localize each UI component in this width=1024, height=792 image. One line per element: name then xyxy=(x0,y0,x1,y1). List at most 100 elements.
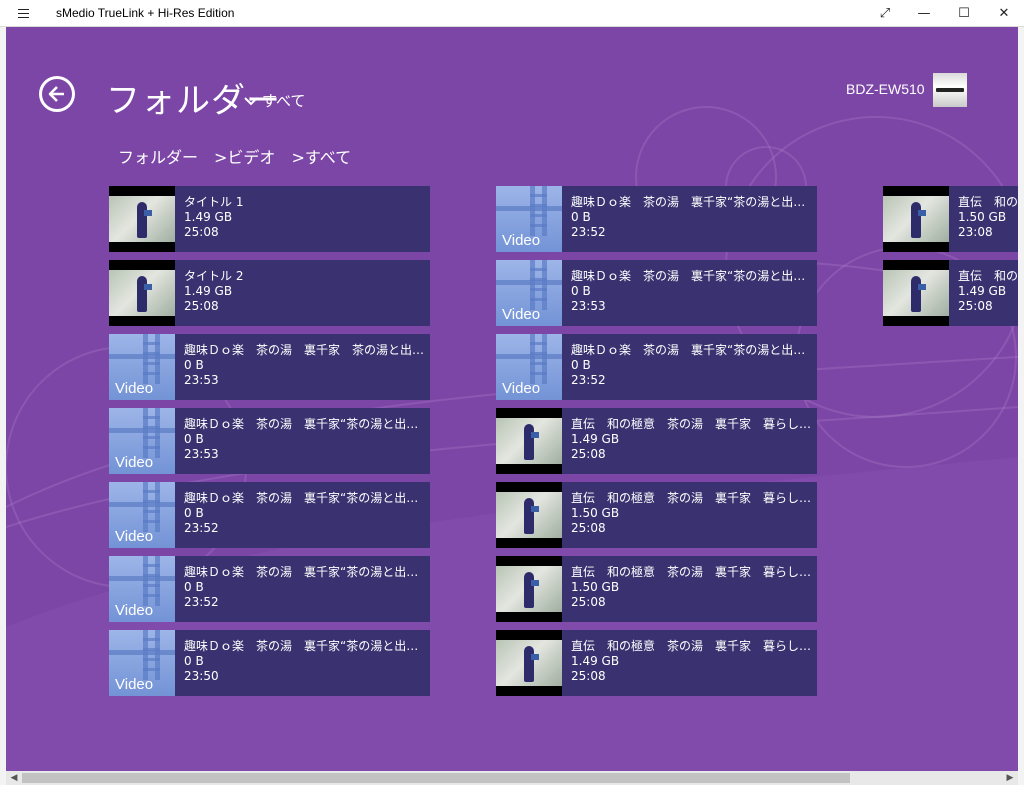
media-info: 直伝 和の極意 茶の湯 裏千家 暮らしにお… 1.50 GB 25:08 xyxy=(562,482,817,548)
person-arm xyxy=(918,210,926,216)
video-placeholder-thumbnail: Video xyxy=(109,482,175,548)
media-tile[interactable]: Video 趣味Ｄｏ楽 茶の湯 裏千家“茶の湯と出会う”… 0 B 23:52 xyxy=(109,482,430,548)
scrollbar-thumb[interactable] xyxy=(22,773,850,783)
arrow-left-icon xyxy=(48,86,64,102)
media-size: 0 B xyxy=(184,358,204,372)
media-size: 1.49 GB xyxy=(184,284,233,298)
media-info: 趣味Ｄｏ楽 茶の湯 裏千家“茶の湯と出会… 0 B 23:52 xyxy=(562,334,817,400)
video-placeholder-thumbnail: Video xyxy=(496,186,562,252)
media-size: 1.50 GB xyxy=(958,210,1007,224)
media-tile[interactable]: 直伝 和の極1.49 GB25:08 xyxy=(883,260,1018,326)
media-duration: 25:08 xyxy=(958,299,993,313)
filter-dropdown[interactable]: すべて xyxy=(244,90,305,111)
thumbnail-image xyxy=(496,492,562,538)
video-frame-thumbnail xyxy=(496,556,562,622)
media-title: 直伝 和の極意 茶の湯 裏千家 暮らしにお… xyxy=(571,491,817,505)
media-tile[interactable]: タイトル 1 1.49 GB 25:08 xyxy=(109,186,430,252)
media-tile[interactable]: Video 趣味Ｄｏ楽 茶の湯 裏千家“茶の湯と出会… 0 B 23:52 xyxy=(496,186,817,252)
device-recorder-icon[interactable] xyxy=(933,73,967,107)
media-size: 0 B xyxy=(571,284,591,298)
media-tile[interactable]: Video 趣味Ｄｏ楽 茶の湯 裏千家“茶の湯と出会う”… 0 B 23:52 xyxy=(109,556,430,622)
media-tile[interactable]: Video 趣味Ｄｏ楽 茶の湯 裏千家“茶の湯と出会… 0 B 23:53 xyxy=(496,260,817,326)
media-tile[interactable]: Video 趣味Ｄｏ楽 茶の湯 裏千家 茶の湯と出会う… 0 B 23:53 xyxy=(109,334,430,400)
media-size: 0 B xyxy=(184,580,204,594)
media-title: 直伝 和の極意 茶の湯 裏千家 暮らしにお… xyxy=(571,565,817,579)
person-figure xyxy=(524,572,534,608)
media-title: 直伝 和の極 xyxy=(958,195,1018,209)
video-thumb-label: Video xyxy=(115,602,154,619)
breadcrumb: フォルダー >ビデオ >すべて xyxy=(118,144,351,168)
filter-label: すべて xyxy=(262,92,306,110)
media-duration: 25:08 xyxy=(571,669,606,683)
media-size: 0 B xyxy=(571,210,591,224)
media-tile[interactable]: 直伝 和の極意 茶の湯 裏千家 暮らしにお… 1.50 GB 25:08 xyxy=(496,482,817,548)
scroll-left-icon[interactable]: ◀ xyxy=(6,771,22,785)
media-grid: タイトル 1 1.49 GB 25:08 タイトル 2 1.49 GB 25:08 Vide… xyxy=(109,186,1018,696)
media-title: 趣味Ｄｏ楽 茶の湯 裏千家“茶の湯と出会… xyxy=(571,269,817,283)
media-title: 直伝 和の極意 茶の湯 裏千家 暮らしにお… xyxy=(571,639,817,653)
breadcrumb-video[interactable]: >ビデオ xyxy=(214,144,275,168)
maximize-button[interactable]: ☐ xyxy=(944,0,984,27)
media-info: 直伝 和の極1.50 GB23:08 xyxy=(949,186,1018,252)
media-tile[interactable]: Video 趣味Ｄｏ楽 茶の湯 裏千家“茶の湯と出会… 0 B 23:52 xyxy=(496,334,817,400)
video-thumb-label: Video xyxy=(115,528,154,545)
media-duration: 23:52 xyxy=(184,521,219,535)
person-arm xyxy=(144,210,152,216)
breadcrumb-all[interactable]: >すべて xyxy=(291,144,351,168)
media-duration: 23:53 xyxy=(571,299,606,313)
media-duration: 23:08 xyxy=(958,225,993,239)
media-size: 1.49 GB xyxy=(184,210,233,224)
media-size: 1.49 GB xyxy=(571,654,620,668)
video-placeholder-thumbnail: Video xyxy=(109,334,175,400)
person-arm xyxy=(531,506,539,512)
media-tile[interactable]: タイトル 2 1.49 GB 25:08 xyxy=(109,260,430,326)
taskbar-strip xyxy=(0,785,1024,792)
media-duration: 25:08 xyxy=(571,595,606,609)
back-button[interactable] xyxy=(39,76,75,112)
video-thumb-label: Video xyxy=(502,232,541,249)
video-placeholder-thumbnail: Video xyxy=(496,334,562,400)
close-button[interactable]: ✕ xyxy=(984,0,1024,27)
media-duration: 23:53 xyxy=(184,447,219,461)
thumbnail-image xyxy=(496,418,562,464)
person-figure xyxy=(911,202,921,238)
title-bar: sMedio TrueLink + Hi-Res Edition ⤢ — ☐ ✕ xyxy=(0,0,1024,27)
media-duration: 23:53 xyxy=(184,373,219,387)
media-tile[interactable]: Video 趣味Ｄｏ楽 茶の湯 裏千家“茶の湯と出会う”… 0 B 23:50 xyxy=(109,630,430,696)
media-info: 直伝 和の極意 茶の湯 裏千家 暮らしにお… 1.50 GB 25:08 xyxy=(562,556,817,622)
person-figure xyxy=(524,498,534,534)
person-arm xyxy=(144,284,152,290)
media-title: 趣味Ｄｏ楽 茶の湯 裏千家“茶の湯と出会… xyxy=(571,195,817,209)
scroll-right-icon[interactable]: ▶ xyxy=(1002,771,1018,785)
media-tile[interactable]: 直伝 和の極意 茶の湯 裏千家 暮らしにお… 1.49 GB 25:08 xyxy=(496,408,817,474)
media-size: 0 B xyxy=(184,506,204,520)
breadcrumb-folder[interactable]: フォルダー xyxy=(118,144,198,168)
app-content: フォルダー すべて BDZ-EW510 フォルダー >ビデオ >すべて タイトル… xyxy=(6,27,1018,771)
scrollbar-track[interactable] xyxy=(22,771,1002,785)
media-title: 趣味Ｄｏ楽 茶の湯 裏千家“茶の湯と出会う”… xyxy=(184,565,430,579)
media-size: 0 B xyxy=(184,432,204,446)
thumbnail-image xyxy=(109,270,175,316)
media-tile[interactable]: Video 趣味Ｄｏ楽 茶の湯 裏千家“茶の湯と出会う”… 0 B 23:53 xyxy=(109,408,430,474)
media-size: 1.50 GB xyxy=(571,506,620,520)
media-duration: 25:08 xyxy=(571,447,606,461)
thumbnail-image xyxy=(109,196,175,242)
hamburger-menu-icon[interactable] xyxy=(0,0,46,27)
media-tile[interactable]: 直伝 和の極意 茶の湯 裏千家 暮らしにお… 1.50 GB 25:08 xyxy=(496,556,817,622)
fullscreen-button[interactable]: ⤢ xyxy=(866,0,904,27)
media-info: タイトル 2 1.49 GB 25:08 xyxy=(175,260,430,326)
video-thumb-label: Video xyxy=(502,380,541,397)
media-info: 趣味Ｄｏ楽 茶の湯 裏千家“茶の湯と出会う”… 0 B 23:53 xyxy=(175,408,430,474)
horizontal-scrollbar[interactable]: ◀ ▶ xyxy=(6,771,1018,785)
person-figure xyxy=(524,424,534,460)
media-duration: 25:08 xyxy=(184,225,219,239)
media-tile[interactable]: 直伝 和の極意 茶の湯 裏千家 暮らしにお… 1.49 GB 25:08 xyxy=(496,630,817,696)
media-tile[interactable]: 直伝 和の極1.50 GB23:08 xyxy=(883,186,1018,252)
media-title: タイトル 1 xyxy=(184,195,244,209)
media-info: 直伝 和の極意 茶の湯 裏千家 暮らしにお… 1.49 GB 25:08 xyxy=(562,630,817,696)
video-frame-thumbnail xyxy=(496,482,562,548)
media-duration: 23:50 xyxy=(184,669,219,683)
video-thumb-label: Video xyxy=(115,676,154,693)
video-thumb-label: Video xyxy=(115,380,154,397)
minimize-button[interactable]: — xyxy=(904,0,944,27)
